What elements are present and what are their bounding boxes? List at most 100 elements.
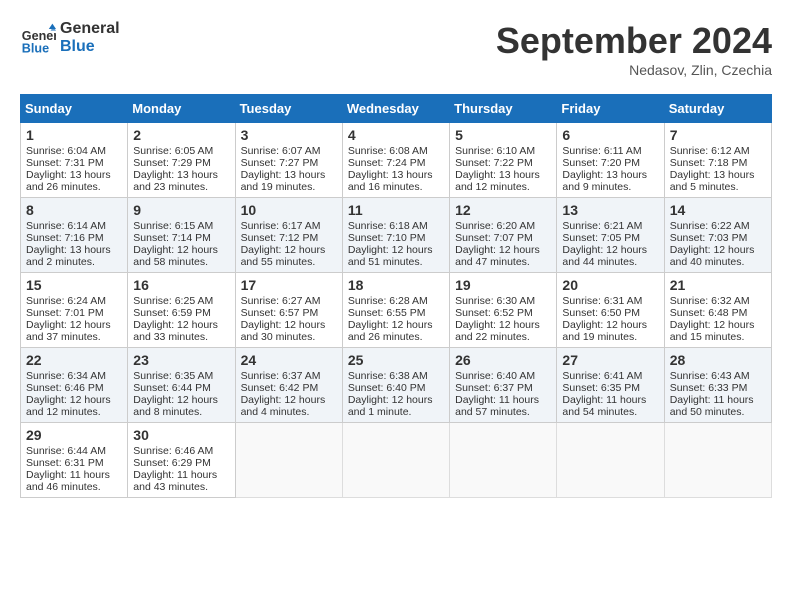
- day-number: 30: [133, 427, 229, 443]
- calendar-cell: [342, 423, 449, 498]
- day-info: Daylight: 12 hours: [241, 244, 337, 256]
- calendar-cell: 12Sunrise: 6:20 AMSunset: 7:07 PMDayligh…: [450, 198, 557, 273]
- day-info: Sunrise: 6:21 AM: [562, 220, 658, 232]
- calendar-cell: 7Sunrise: 6:12 AMSunset: 7:18 PMDaylight…: [664, 123, 771, 198]
- day-info: Daylight: 11 hours: [670, 394, 766, 406]
- calendar-cell: 3Sunrise: 6:07 AMSunset: 7:27 PMDaylight…: [235, 123, 342, 198]
- day-number: 16: [133, 277, 229, 293]
- day-info: and 19 minutes.: [241, 181, 337, 193]
- day-info: Daylight: 12 hours: [133, 319, 229, 331]
- day-info: Sunrise: 6:24 AM: [26, 295, 122, 307]
- day-info: Daylight: 12 hours: [26, 394, 122, 406]
- day-info: Sunrise: 6:08 AM: [348, 145, 444, 157]
- calendar-cell: 29Sunrise: 6:44 AMSunset: 6:31 PMDayligh…: [21, 423, 128, 498]
- day-number: 26: [455, 352, 551, 368]
- day-header-thursday: Thursday: [450, 95, 557, 123]
- calendar-cell: 16Sunrise: 6:25 AMSunset: 6:59 PMDayligh…: [128, 273, 235, 348]
- day-info: Daylight: 13 hours: [133, 169, 229, 181]
- day-number: 8: [26, 202, 122, 218]
- day-info: Daylight: 12 hours: [670, 244, 766, 256]
- day-header-saturday: Saturday: [664, 95, 771, 123]
- day-info: Daylight: 12 hours: [241, 394, 337, 406]
- day-info: Sunrise: 6:44 AM: [26, 445, 122, 457]
- day-info: Sunset: 6:40 PM: [348, 382, 444, 394]
- day-info: Sunrise: 6:28 AM: [348, 295, 444, 307]
- day-info: and 46 minutes.: [26, 481, 122, 493]
- calendar-cell: 23Sunrise: 6:35 AMSunset: 6:44 PMDayligh…: [128, 348, 235, 423]
- day-info: and 12 minutes.: [455, 181, 551, 193]
- day-info: Sunrise: 6:22 AM: [670, 220, 766, 232]
- day-info: Daylight: 11 hours: [562, 394, 658, 406]
- day-info: and 8 minutes.: [133, 406, 229, 418]
- day-info: Sunrise: 6:38 AM: [348, 370, 444, 382]
- day-info: Sunrise: 6:05 AM: [133, 145, 229, 157]
- day-number: 19: [455, 277, 551, 293]
- day-info: Daylight: 13 hours: [26, 169, 122, 181]
- day-info: Sunset: 7:18 PM: [670, 157, 766, 169]
- day-header-wednesday: Wednesday: [342, 95, 449, 123]
- day-number: 2: [133, 127, 229, 143]
- calendar-header-row: SundayMondayTuesdayWednesdayThursdayFrid…: [21, 95, 772, 123]
- calendar-cell: 22Sunrise: 6:34 AMSunset: 6:46 PMDayligh…: [21, 348, 128, 423]
- day-info: and 57 minutes.: [455, 406, 551, 418]
- day-info: Sunrise: 6:30 AM: [455, 295, 551, 307]
- day-info: Sunrise: 6:35 AM: [133, 370, 229, 382]
- calendar-cell: 27Sunrise: 6:41 AMSunset: 6:35 PMDayligh…: [557, 348, 664, 423]
- calendar-cell: 9Sunrise: 6:15 AMSunset: 7:14 PMDaylight…: [128, 198, 235, 273]
- calendar-cell: 30Sunrise: 6:46 AMSunset: 6:29 PMDayligh…: [128, 423, 235, 498]
- day-number: 17: [241, 277, 337, 293]
- calendar-week-row: 22Sunrise: 6:34 AMSunset: 6:46 PMDayligh…: [21, 348, 772, 423]
- day-info: Sunrise: 6:40 AM: [455, 370, 551, 382]
- day-number: 23: [133, 352, 229, 368]
- day-info: Sunset: 6:46 PM: [26, 382, 122, 394]
- day-info: and 12 minutes.: [26, 406, 122, 418]
- day-info: Sunrise: 6:07 AM: [241, 145, 337, 157]
- day-info: Sunset: 6:59 PM: [133, 307, 229, 319]
- day-header-sunday: Sunday: [21, 95, 128, 123]
- day-number: 6: [562, 127, 658, 143]
- day-info: and 26 minutes.: [348, 331, 444, 343]
- calendar-cell: 20Sunrise: 6:31 AMSunset: 6:50 PMDayligh…: [557, 273, 664, 348]
- day-info: and 26 minutes.: [26, 181, 122, 193]
- day-info: Sunrise: 6:41 AM: [562, 370, 658, 382]
- day-info: Daylight: 11 hours: [455, 394, 551, 406]
- day-info: Daylight: 12 hours: [348, 319, 444, 331]
- day-info: Sunrise: 6:27 AM: [241, 295, 337, 307]
- day-info: Sunrise: 6:10 AM: [455, 145, 551, 157]
- day-header-tuesday: Tuesday: [235, 95, 342, 123]
- day-info: Sunset: 7:05 PM: [562, 232, 658, 244]
- day-info: Sunset: 7:29 PM: [133, 157, 229, 169]
- day-info: and 30 minutes.: [241, 331, 337, 343]
- svg-text:Blue: Blue: [22, 41, 49, 55]
- day-number: 15: [26, 277, 122, 293]
- calendar-cell: 2 Sunrise: 6:05 AMSunset: 7:29 PMDaylight…: [128, 123, 235, 198]
- day-info: Daylight: 13 hours: [348, 169, 444, 181]
- day-number: 18: [348, 277, 444, 293]
- day-info: Sunset: 7:01 PM: [26, 307, 122, 319]
- day-info: and 19 minutes.: [562, 331, 658, 343]
- month-title: September 2024: [496, 20, 772, 62]
- day-info: and 9 minutes.: [562, 181, 658, 193]
- day-info: Sunset: 7:14 PM: [133, 232, 229, 244]
- calendar-cell: 6Sunrise: 6:11 AMSunset: 7:20 PMDaylight…: [557, 123, 664, 198]
- calendar-cell: [664, 423, 771, 498]
- logo-icon: General Blue: [20, 20, 56, 56]
- day-info: Daylight: 11 hours: [133, 469, 229, 481]
- day-info: and 4 minutes.: [241, 406, 337, 418]
- day-info: and 22 minutes.: [455, 331, 551, 343]
- calendar-cell: 11Sunrise: 6:18 AMSunset: 7:10 PMDayligh…: [342, 198, 449, 273]
- day-info: and 50 minutes.: [670, 406, 766, 418]
- day-info: Sunset: 7:31 PM: [26, 157, 122, 169]
- day-info: Sunrise: 6:04 AM: [26, 145, 122, 157]
- day-info: Sunrise: 6:34 AM: [26, 370, 122, 382]
- day-number: 25: [348, 352, 444, 368]
- day-info: Daylight: 13 hours: [26, 244, 122, 256]
- day-info: and 40 minutes.: [670, 256, 766, 268]
- logo: General Blue General Blue: [20, 20, 120, 56]
- logo-blue: Blue: [60, 38, 120, 56]
- day-info: Daylight: 12 hours: [562, 319, 658, 331]
- subtitle: Nedasov, Zlin, Czechia: [496, 62, 772, 78]
- day-info: Daylight: 12 hours: [562, 244, 658, 256]
- day-info: Sunset: 7:22 PM: [455, 157, 551, 169]
- day-number: 5: [455, 127, 551, 143]
